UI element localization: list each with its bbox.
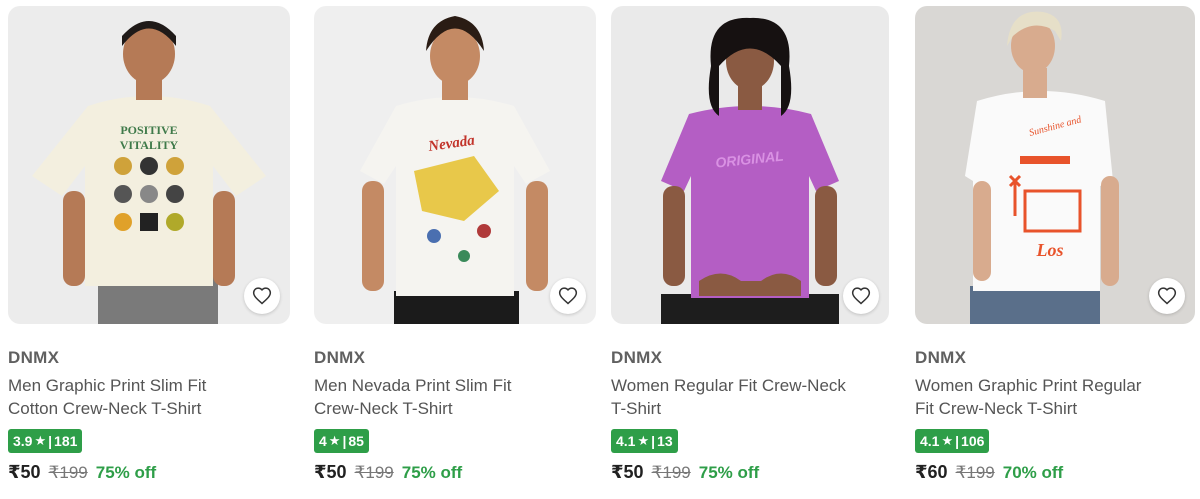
star-icon: ★ <box>328 433 341 448</box>
product-title[interactable]: Men Graphic Print Slim Fit Cotton Crew-N… <box>8 374 290 420</box>
product-title-line2: T-Shirt <box>611 399 662 418</box>
rating-count: 181 <box>54 433 78 449</box>
product-image[interactable]: Nevada <box>314 6 596 324</box>
star-icon: ★ <box>34 433 47 448</box>
product-card[interactable]: ORIGINAL DNMX Women Regular Fit Crew-Nec… <box>611 6 889 483</box>
selling-price: ₹50 <box>314 462 347 482</box>
rating-separator: | <box>48 433 53 449</box>
original-price: ₹199 <box>651 463 691 482</box>
original-price: ₹199 <box>955 463 995 482</box>
product-image[interactable]: Sunshine and Los <box>915 6 1195 324</box>
rating-value: 4.1 <box>616 433 636 449</box>
product-title[interactable]: Women Graphic Print Regular Fit Crew-Nec… <box>915 374 1195 420</box>
wishlist-button[interactable] <box>1149 278 1185 314</box>
product-card[interactable]: POSITIVE VITALITY DNMX Men Graphic Print… <box>8 6 290 483</box>
heart-outline-icon <box>252 287 272 305</box>
discount-label: 75% off <box>698 463 760 482</box>
wishlist-button[interactable] <box>843 278 879 314</box>
brand-name: DNMX <box>8 348 60 367</box>
price-row: ₹50 ₹199 75% off <box>8 462 290 483</box>
product-card[interactable]: Nevada DNMX Men Nevada Print Slim Fit Cr… <box>314 6 596 483</box>
model-photo: POSITIVE VITALITY <box>8 6 290 324</box>
heart-outline-icon <box>558 287 578 305</box>
rating-badge: 3.9 ★ | 181 <box>8 429 83 453</box>
selling-price: ₹50 <box>8 462 41 482</box>
original-price: ₹199 <box>48 463 88 482</box>
product-title[interactable]: Men Nevada Print Slim Fit Crew-Neck T-Sh… <box>314 374 596 420</box>
product-image[interactable]: ORIGINAL <box>611 6 889 324</box>
selling-price: ₹60 <box>915 462 948 482</box>
product-title-line1: Women Regular Fit Crew-Neck <box>611 376 846 395</box>
rating-value: 4.1 <box>920 433 940 449</box>
price-row: ₹50 ₹199 75% off <box>611 462 889 483</box>
model-photo: Nevada <box>314 6 596 324</box>
product-title-line2: Cotton Crew-Neck T-Shirt <box>8 399 202 418</box>
wishlist-button[interactable] <box>244 278 280 314</box>
svg-text:Los: Los <box>1036 240 1064 260</box>
price-row: ₹50 ₹199 75% off <box>314 462 596 483</box>
product-title-line1: Women Graphic Print Regular <box>915 376 1142 395</box>
brand-name: DNMX <box>314 348 366 367</box>
discount-label: 75% off <box>95 463 157 482</box>
rating-count: 13 <box>657 433 673 449</box>
rating-badge: 4 ★ | 85 <box>314 429 369 453</box>
discount-label: 75% off <box>401 463 463 482</box>
svg-text:POSITIVE: POSITIVE <box>120 123 177 137</box>
rating-count: 106 <box>961 433 985 449</box>
brand-name: DNMX <box>611 348 663 367</box>
rating-badge: 4.1 ★ | 106 <box>915 429 990 453</box>
star-icon: ★ <box>637 433 650 448</box>
product-title[interactable]: Women Regular Fit Crew-Neck T-Shirt <box>611 374 889 420</box>
product-title-line2: Fit Crew-Neck T-Shirt <box>915 399 1078 418</box>
rating-badge: 4.1 ★ | 13 <box>611 429 678 453</box>
product-title-line1: Men Graphic Print Slim Fit <box>8 376 207 395</box>
product-card[interactable]: Sunshine and Los DNMX Women Graphic Prin… <box>915 6 1195 483</box>
rating-separator: | <box>651 433 656 449</box>
product-title-line2: Crew-Neck T-Shirt <box>314 399 453 418</box>
product-image[interactable]: POSITIVE VITALITY <box>8 6 290 324</box>
selling-price: ₹50 <box>611 462 644 482</box>
star-icon: ★ <box>941 433 954 448</box>
price-row: ₹60 ₹199 70% off <box>915 462 1195 483</box>
model-photo: ORIGINAL <box>611 6 889 324</box>
product-title-line1: Men Nevada Print Slim Fit <box>314 376 512 395</box>
rating-separator: | <box>342 433 347 449</box>
brand-name: DNMX <box>915 348 967 367</box>
heart-outline-icon <box>1157 287 1177 305</box>
svg-text:VITALITY: VITALITY <box>120 138 179 152</box>
model-photo: Sunshine and Los <box>915 6 1195 324</box>
rating-separator: | <box>955 433 960 449</box>
wishlist-button[interactable] <box>550 278 586 314</box>
discount-label: 70% off <box>1002 463 1064 482</box>
rating-value: 3.9 <box>13 433 33 449</box>
rating-count: 85 <box>348 433 364 449</box>
original-price: ₹199 <box>354 463 394 482</box>
heart-outline-icon <box>851 287 871 305</box>
rating-value: 4 <box>319 433 327 449</box>
